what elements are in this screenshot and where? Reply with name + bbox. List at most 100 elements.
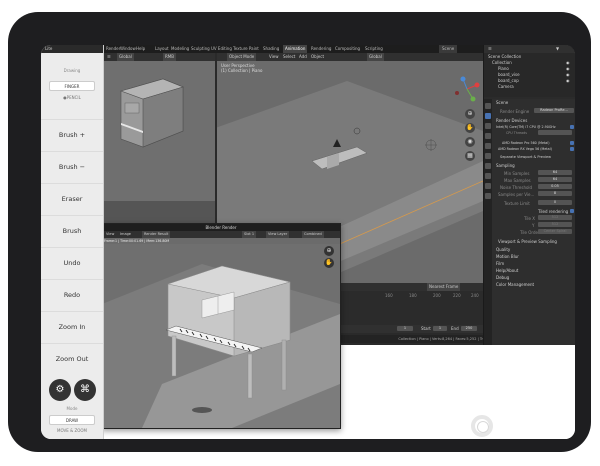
viewport-menu-add[interactable]: Add [299, 53, 307, 61]
eraser-button[interactable]: Eraser [41, 183, 103, 214]
menu-help[interactable]: Help [136, 45, 145, 53]
tiled-rendering-option[interactable]: Tiled rendering [538, 209, 568, 214]
sampling-field[interactable]: 0 [538, 200, 572, 205]
zoom-in-button[interactable]: Zoom In [41, 311, 103, 342]
tab-shading[interactable]: Shading [263, 45, 279, 53]
current-frame-field[interactable]: 1 [397, 326, 413, 331]
tab-scripting[interactable]: Scripting [365, 45, 383, 53]
menu-window[interactable]: Window [120, 45, 136, 53]
render-window[interactable]: Blender Render View Image Render Result … [101, 223, 341, 429]
home-indicator-icon[interactable] [471, 415, 493, 437]
separate-viewport-option[interactable]: Separate Viewport & Preview [500, 155, 551, 159]
outliner-item[interactable]: board_vise [498, 72, 520, 77]
viewport-transform[interactable]: Global [367, 53, 384, 61]
grid-icon[interactable]: ▦ [465, 151, 475, 161]
finger-option[interactable]: FINGER [49, 81, 95, 91]
world-tab-icon[interactable] [485, 153, 491, 159]
menu-render[interactable]: Render [106, 45, 120, 53]
image-selector[interactable]: Render Result [142, 231, 171, 238]
end-frame-field[interactable]: 250 [461, 326, 477, 331]
collapsed-section[interactable]: Color Management [496, 282, 534, 287]
viewport-menu-view[interactable]: View [269, 53, 279, 61]
cpu-threads-field[interactable] [538, 130, 572, 135]
outliner-item[interactable]: Camera [498, 84, 514, 89]
properties-editor[interactable]: Scene Render Engine Radeon ProRe... Rend… [484, 99, 575, 345]
collapsed-section[interactable]: Debug [496, 275, 509, 280]
collapsed-section[interactable]: Film [496, 261, 504, 266]
zoom-icon[interactable]: ⊕ [465, 109, 475, 119]
outliner-item[interactable]: Collection [492, 60, 512, 65]
collapsed-section[interactable]: Viewport & Preview Sampling [498, 239, 557, 244]
navigation-gizmo[interactable] [453, 75, 481, 103]
render-tab-icon[interactable] [485, 113, 491, 119]
tab-compositing[interactable]: Compositing [335, 45, 360, 53]
sampling-field[interactable]: 0.05 [538, 184, 572, 189]
tile-field[interactable]: 512 [538, 215, 572, 220]
command-icon[interactable]: ⌘ [74, 379, 96, 401]
settings-gear-icon[interactable]: ⚙ [49, 379, 71, 401]
sampling-field[interactable]: 8 [538, 191, 572, 196]
transform-orientation[interactable]: Global [117, 53, 134, 61]
editor-type-icon[interactable]: ☰ [107, 53, 111, 61]
object-mode-dropdown[interactable]: Object Mode [227, 53, 257, 61]
render-menu-image[interactable]: Image [120, 231, 131, 238]
visibility-eye-icon[interactable]: ◉ [566, 78, 570, 83]
scene-selector[interactable]: Scene [439, 45, 458, 53]
physics-tab-icon[interactable] [485, 193, 491, 199]
tab-animation[interactable]: Animation [283, 45, 308, 53]
viewport-menu-select[interactable]: Select [283, 53, 295, 61]
particles-tab-icon[interactable] [485, 183, 491, 189]
tab-sculpting[interactable]: Sculpting [191, 45, 210, 53]
render-engine-dropdown[interactable]: Radeon ProRe... [534, 108, 574, 113]
sampling-field[interactable]: 64 [538, 177, 572, 182]
move-zoom-mode-option[interactable]: MOVE & ZOOM [49, 426, 95, 436]
tool-tab-icon[interactable] [485, 103, 491, 109]
outliner[interactable]: Scene Collection Collection Piano board_… [484, 53, 575, 97]
tab-rendering[interactable]: Rendering [311, 45, 331, 53]
render-zoom-icon[interactable]: ⊕ [324, 246, 334, 256]
modifier-tab-icon[interactable] [485, 173, 491, 179]
outliner-item[interactable]: Piano [498, 66, 509, 71]
device-checkbox[interactable] [570, 141, 574, 145]
pass-selector[interactable]: Combined [302, 231, 324, 238]
timeline[interactable]: Nearest Frame 160 180 200 220 240 1 Star… [341, 283, 483, 333]
collapsed-section[interactable]: Motion Blur [496, 254, 519, 259]
outliner-item[interactable]: Scene Collection [488, 54, 521, 59]
render-devices-header[interactable]: Render Devices [496, 118, 527, 123]
start-frame-field[interactable]: 1 [433, 326, 447, 331]
camera-view-icon[interactable]: ◉ [465, 137, 475, 147]
render-menu-view[interactable]: View [106, 231, 114, 238]
shading-selector[interactable]: RMB [163, 53, 176, 61]
outliner-editor-icon[interactable]: ☰ [488, 45, 492, 53]
brush-minus-button[interactable]: Brush − [41, 151, 103, 182]
outliner-item[interactable]: board_cop [498, 78, 519, 83]
device-checkbox[interactable] [570, 125, 574, 129]
tab-texture-paint[interactable]: Texture Paint [233, 45, 259, 53]
render-pan-hand-icon[interactable]: ✋ [324, 258, 334, 268]
tab-uv-editing[interactable]: UV Editing [211, 45, 232, 53]
filter-icon[interactable]: ▼ [556, 45, 559, 53]
tiled-rendering-checkbox[interactable] [570, 209, 574, 213]
tab-modeling[interactable]: Modeling [171, 45, 189, 53]
tab-layout[interactable]: Layout [155, 45, 169, 53]
draw-mode-option[interactable]: DRAW [49, 415, 95, 425]
left-viewport[interactable] [103, 61, 215, 201]
visibility-eye-icon[interactable]: ◉ [566, 60, 570, 65]
visibility-eye-icon[interactable]: ◉ [566, 66, 570, 71]
object-tab-icon[interactable] [485, 163, 491, 169]
collapsed-section[interactable]: Help/About [496, 268, 518, 273]
brush-plus-button[interactable]: Brush + [41, 119, 103, 150]
brush-button[interactable]: Brush [41, 215, 103, 246]
viewport-menu-object[interactable]: Object [311, 53, 324, 61]
pan-hand-icon[interactable]: ✋ [465, 123, 475, 133]
scene-tab-icon[interactable] [485, 143, 491, 149]
redo-button[interactable]: Redo [41, 279, 103, 310]
slot-selector[interactable]: Slot 1 [242, 231, 257, 238]
zoom-out-button[interactable]: Zoom Out [41, 343, 103, 374]
output-tab-icon[interactable] [485, 123, 491, 129]
tile-field[interactable]: 512 [538, 222, 572, 227]
visibility-eye-icon[interactable]: ◉ [566, 72, 570, 77]
device-checkbox[interactable] [570, 147, 574, 151]
undo-button[interactable]: Undo [41, 247, 103, 278]
sampling-header[interactable]: Sampling [496, 163, 515, 168]
